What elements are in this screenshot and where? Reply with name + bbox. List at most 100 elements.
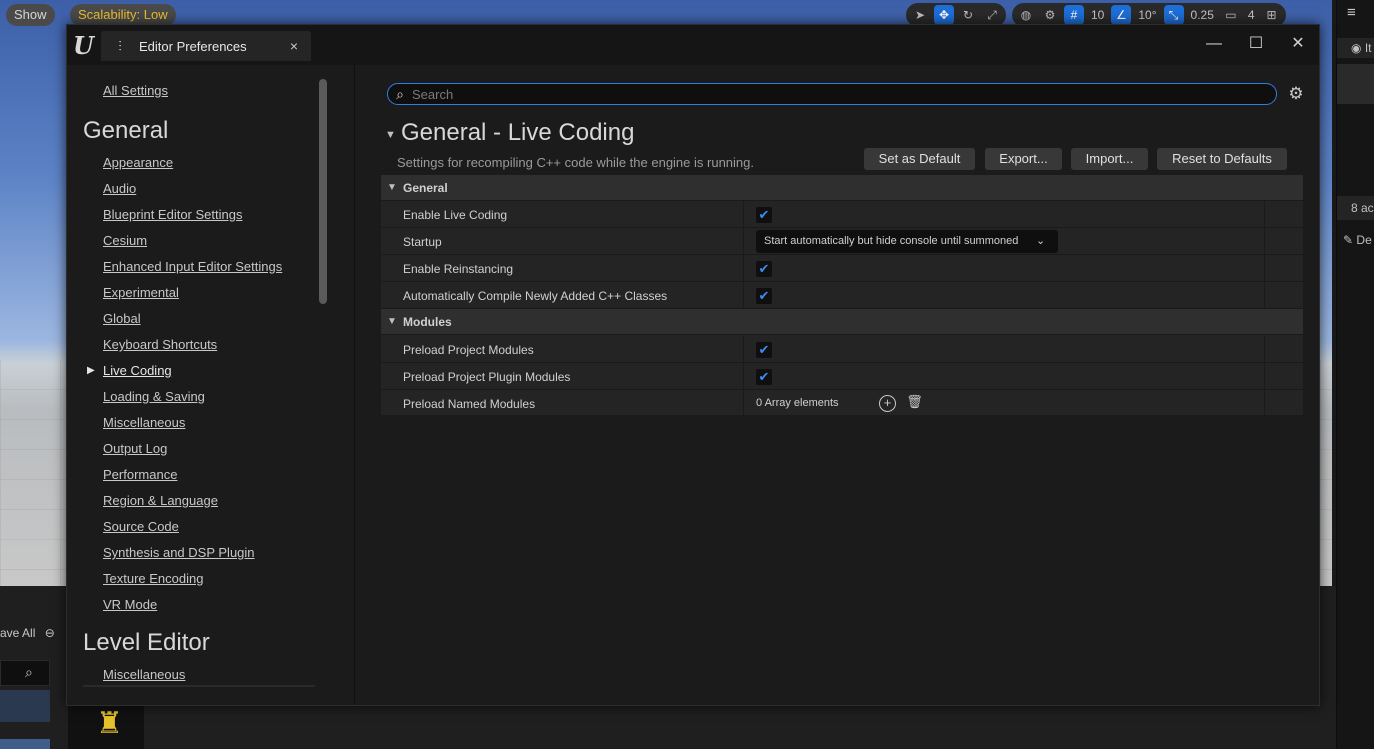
collapse-arrow-icon[interactable]: ▼: [385, 129, 396, 141]
minimize-button[interactable]: —: [1201, 33, 1227, 55]
column-divider: [1264, 201, 1265, 228]
close-window-button[interactable]: ✕: [1285, 33, 1311, 55]
nav-scrollbar[interactable]: [319, 79, 327, 304]
enable-reinstancing-checkbox[interactable]: ✔: [756, 261, 772, 277]
column-splitter[interactable]: [743, 201, 744, 228]
content-browser-folder[interactable]: [0, 690, 50, 722]
filter-icon[interactable]: ≡: [1347, 4, 1356, 21]
preload-project-modules-checkbox[interactable]: ✔: [756, 342, 772, 358]
asset-thumbnail[interactable]: ♜: [68, 706, 144, 749]
close-tab-icon[interactable]: ×: [285, 38, 303, 54]
property-label: Automatically Compile Newly Added C++ Cl…: [403, 289, 668, 303]
details-grid: ▼ General Enable Live Coding ✔ Startup S…: [381, 175, 1303, 417]
tab-editor-preferences[interactable]: ⫶ Editor Preferences ×: [101, 31, 311, 61]
column-splitter[interactable]: [743, 228, 744, 255]
property-row: Enable Live Coding ✔: [381, 201, 1303, 228]
nav-item-blueprint-editor-settings[interactable]: Blueprint Editor Settings: [103, 207, 242, 222]
rotate-mode-icon[interactable]: ↻: [958, 5, 978, 25]
startup-dropdown[interactable]: Start automatically but hide console unt…: [756, 230, 1058, 253]
camera-speed-value[interactable]: 4: [1245, 8, 1258, 22]
expand-arrow-icon: ▼: [387, 182, 397, 193]
add-element-icon[interactable]: +: [879, 395, 896, 412]
title-bar[interactable]: U ⫶ Editor Preferences × — ☐ ✕: [67, 25, 1319, 65]
nav-item-keyboard-shortcuts[interactable]: Keyboard Shortcuts: [103, 337, 217, 352]
export-button[interactable]: Export...: [985, 148, 1062, 170]
array-count: 0 Array elements: [756, 397, 839, 409]
nav-item-region-language[interactable]: Region & Language: [103, 493, 218, 508]
translate-mode-icon[interactable]: ✥: [934, 5, 954, 25]
column-divider: [1264, 255, 1265, 282]
nav-item-level-miscellaneous[interactable]: Miscellaneous: [103, 667, 185, 682]
property-row: Preload Project Modules ✔: [381, 336, 1303, 363]
enable-live-coding-checkbox[interactable]: ✔: [756, 207, 772, 223]
settings-sliders-icon: ⫶: [118, 37, 122, 54]
category-general[interactable]: ▼ General: [381, 175, 1303, 201]
chevron-down-icon: ⌄: [1036, 235, 1046, 247]
show-button[interactable]: Show: [6, 4, 55, 26]
expand-arrow-icon: ▼: [387, 316, 397, 327]
nav-item-live-coding[interactable]: Live Coding: [103, 363, 172, 378]
outliner-row[interactable]: [1337, 84, 1374, 104]
search-field[interactable]: ⌕: [387, 83, 1277, 105]
dropdown-value: Start automatically but hide console unt…: [764, 235, 1019, 247]
nav-item-enhanced-input[interactable]: Enhanced Input Editor Settings: [103, 259, 282, 274]
nav-item-output-log[interactable]: Output Log: [103, 441, 167, 456]
outliner-row[interactable]: [1337, 64, 1374, 84]
nav-item-vr-mode[interactable]: VR Mode: [103, 597, 157, 612]
rotation-snap-value[interactable]: 10°: [1135, 8, 1159, 22]
auto-compile-classes-checkbox[interactable]: ✔: [756, 288, 772, 304]
nav-item-appearance[interactable]: Appearance: [103, 155, 173, 170]
nav-all-settings[interactable]: All Settings: [103, 83, 168, 98]
property-label: Enable Reinstancing: [403, 262, 514, 276]
nav-item-global[interactable]: Global: [103, 311, 141, 326]
import-button[interactable]: Import...: [1071, 148, 1148, 170]
preload-plugin-modules-checkbox[interactable]: ✔: [756, 369, 772, 385]
nav-item-loading-saving[interactable]: Loading & Saving: [103, 389, 205, 404]
editor-preferences-window: U ⫶ Editor Preferences × — ☐ ✕ All Setti…: [66, 24, 1320, 706]
outliner-panel: ≡ ◉ It 8 ac ✎ De: [1336, 0, 1374, 749]
nav-item-miscellaneous[interactable]: Miscellaneous: [103, 415, 185, 430]
history-back-icon[interactable]: ⊖: [45, 626, 55, 640]
nav-item-performance[interactable]: Performance: [103, 467, 177, 482]
nav-item-audio[interactable]: Audio: [103, 181, 136, 196]
grid-snap-icon[interactable]: #: [1064, 5, 1084, 25]
property-label: Startup: [403, 235, 442, 249]
details-tab-label: De: [1356, 233, 1372, 247]
nav-section-level-editor: Level Editor: [83, 629, 210, 656]
nav-item-experimental[interactable]: Experimental: [103, 285, 179, 300]
column-splitter[interactable]: [743, 282, 744, 309]
scale-mode-icon[interactable]: ⤢: [982, 5, 1002, 25]
trash-icon[interactable]: 🗑: [906, 394, 923, 412]
maximize-button[interactable]: ☐: [1243, 33, 1269, 55]
rotation-snap-icon[interactable]: ∠: [1111, 5, 1132, 25]
camera-speed-icon[interactable]: ▭: [1221, 5, 1241, 25]
scale-snap-value[interactable]: 0.25: [1188, 8, 1217, 22]
select-mode-icon[interactable]: ➤: [910, 5, 930, 25]
surface-snap-icon[interactable]: ⚙: [1040, 5, 1060, 25]
scale-snap-icon[interactable]: ⤡: [1163, 5, 1184, 25]
column-splitter[interactable]: [743, 336, 744, 363]
nav-item-source-code[interactable]: Source Code: [103, 519, 179, 534]
outliner-header: ◉ It: [1337, 38, 1374, 58]
nav-item-cesium[interactable]: Cesium: [103, 233, 147, 248]
world-space-icon[interactable]: ◍: [1016, 5, 1036, 25]
nav-item-texture-encoding[interactable]: Texture Encoding: [103, 571, 203, 586]
content-browser-folder[interactable]: [0, 739, 50, 749]
search-input[interactable]: [412, 86, 1276, 102]
visibility-icon[interactable]: ◉: [1351, 41, 1361, 55]
column-splitter[interactable]: [743, 390, 744, 417]
set-as-default-button[interactable]: Set as Default: [864, 148, 975, 170]
content-browser-search[interactable]: ⌕: [0, 660, 50, 686]
save-all-button[interactable]: ave All ⊖: [0, 626, 55, 640]
column-splitter[interactable]: [743, 363, 744, 390]
gear-icon[interactable]: ⚙: [1285, 83, 1307, 105]
scalability-badge[interactable]: Scalability: Low: [70, 4, 176, 26]
viewport-layout-icon[interactable]: ⊞: [1262, 5, 1282, 25]
details-tab[interactable]: ✎ De: [1337, 230, 1374, 250]
category-modules[interactable]: ▼ Modules: [381, 309, 1303, 335]
grid-snap-value[interactable]: 10: [1088, 8, 1107, 22]
column-splitter[interactable]: [743, 255, 744, 282]
reset-to-defaults-button[interactable]: Reset to Defaults: [1157, 148, 1287, 170]
nav-item-synthesis-dsp[interactable]: Synthesis and DSP Plugin: [103, 545, 255, 560]
nav-section-general: General: [83, 117, 169, 144]
